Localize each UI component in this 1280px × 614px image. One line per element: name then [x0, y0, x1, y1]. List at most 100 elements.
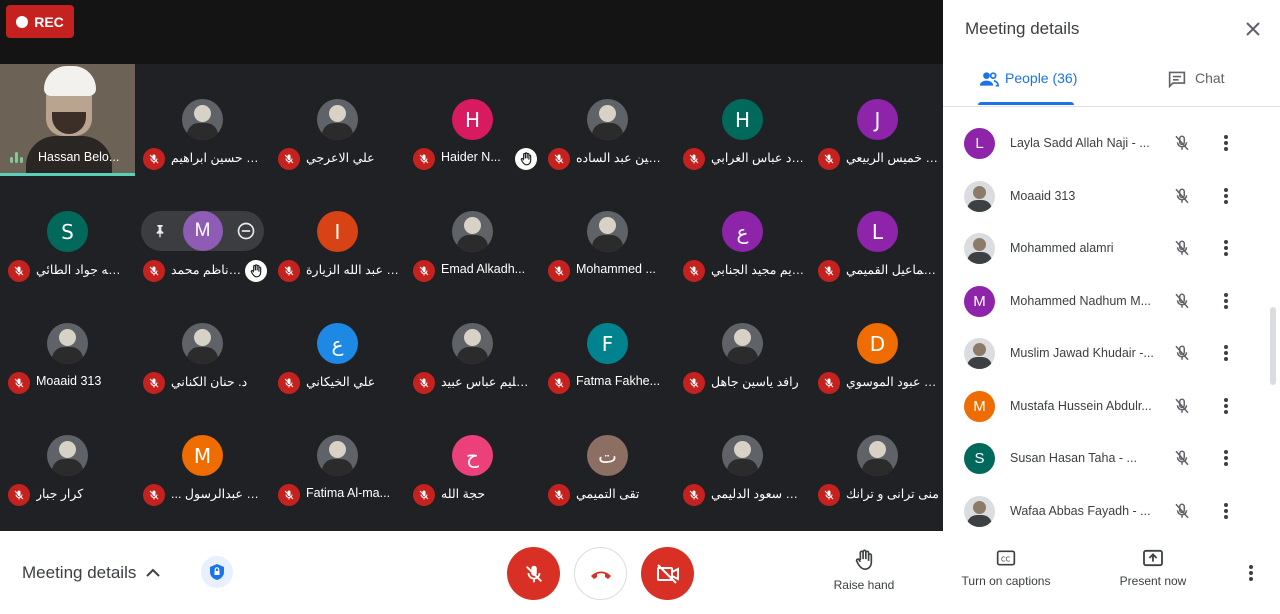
- participant-name: علي الاعرجي: [306, 151, 375, 165]
- more-vert-icon[interactable]: [1215, 185, 1237, 207]
- participant-tile[interactable]: Moaaid 313: [0, 288, 135, 400]
- participant-avatar: H: [722, 99, 763, 140]
- participant-tile[interactable]: J ايهاب خميس الربيعي: [810, 64, 945, 176]
- mic-off-icon[interactable]: [1171, 395, 1193, 417]
- tile-hover-controls: M: [141, 211, 264, 251]
- people-list-item[interactable]: Wafaa Abbas Fayadh - ...: [943, 485, 1280, 537]
- mic-off-icon: [818, 260, 840, 282]
- participant-tile[interactable]: ح حجة الله: [405, 400, 540, 512]
- more-vert-icon[interactable]: [1215, 500, 1237, 522]
- captions-button[interactable]: CC Turn on captions: [950, 549, 1062, 588]
- close-icon[interactable]: [1242, 18, 1264, 40]
- participant-tile[interactable]: F Fatma Fakhe...: [540, 288, 675, 400]
- participant-tile[interactable]: ع عبدالكريم مجيد الجنابي: [675, 176, 810, 288]
- mic-off-icon[interactable]: [1171, 237, 1193, 259]
- pin-icon[interactable]: [146, 217, 174, 245]
- mic-off-icon[interactable]: [1171, 132, 1193, 154]
- recording-label: REC: [34, 13, 64, 30]
- participant-tile[interactable]: S حسن طه جواد الطائي: [0, 176, 135, 288]
- more-vert-icon[interactable]: [1215, 132, 1237, 154]
- people-list-item[interactable]: Moaaid 313: [943, 170, 1280, 222]
- more-options-button[interactable]: [1240, 561, 1262, 585]
- participant-tile[interactable]: Fatima Al-ma...: [270, 400, 405, 512]
- top-bar: REC: [0, 0, 943, 64]
- person-name: Susan Hasan Taha - ...: [1010, 451, 1137, 465]
- participant-tile[interactable]: علي الاعرجي: [270, 64, 405, 176]
- mic-toggle-button[interactable]: [507, 547, 560, 600]
- participant-tile[interactable]: Mohammed ...: [540, 176, 675, 288]
- participant-avatar: [452, 323, 493, 364]
- participant-avatar: [722, 435, 763, 476]
- chat-icon: [1168, 71, 1186, 88]
- mic-off-icon[interactable]: [1171, 342, 1193, 364]
- participant-tile[interactable]: رافد ياسين جاهل: [675, 288, 810, 400]
- scrollbar[interactable]: [1270, 307, 1276, 385]
- hand-icon: [855, 549, 873, 570]
- mic-off-icon: [818, 484, 840, 506]
- participant-name: محمد ناظم محمد: [171, 263, 243, 277]
- participant-tile[interactable]: ع علي الخيكاني: [270, 288, 405, 400]
- participant-tile[interactable]: ابراهيم حسين ابراهيم: [135, 64, 270, 176]
- participant-name: حجة الله: [441, 487, 486, 501]
- participant-tile[interactable]: H محمود عباس الغرابي: [675, 64, 810, 176]
- captions-label: Turn on captions: [961, 574, 1051, 588]
- participant-avatar: [452, 211, 493, 252]
- avatar-letter: H: [734, 107, 751, 132]
- panel-divider: [943, 106, 1280, 107]
- more-vert-icon[interactable]: [1215, 290, 1237, 312]
- more-vert-icon[interactable]: [1215, 395, 1237, 417]
- participant-grid: ابراهيم حسين ابراهيم علي الاعرجي H Haider N…: [0, 64, 943, 513]
- avatar-letter: J: [874, 107, 881, 132]
- avatar-letter: ت: [598, 443, 617, 468]
- participant-tile[interactable]: د. حنان الكناني: [135, 288, 270, 400]
- mic-off-icon: [8, 372, 30, 394]
- people-list-item[interactable]: L Layla Sadd Allah Naji - ...: [943, 117, 1280, 169]
- camera-toggle-button[interactable]: [641, 547, 694, 600]
- hang-up-button[interactable]: [574, 547, 627, 600]
- people-list-item[interactable]: Mohammed alamri: [943, 222, 1280, 274]
- participant-tile[interactable]: I ناجم عبد الله الزيارة: [270, 176, 405, 288]
- security-shield-icon[interactable]: [201, 556, 233, 588]
- hover-avatar[interactable]: M: [182, 211, 223, 251]
- people-list-item[interactable]: M Mustafa Hussein Abdulr...: [943, 380, 1280, 432]
- tab-chat[interactable]: Chat: [1167, 70, 1225, 106]
- participant-tile[interactable]: L اسماعيل القميمي ...: [810, 176, 945, 288]
- participant-tile[interactable]: ت تقى التميمي: [540, 400, 675, 512]
- participant-tile[interactable]: منى ترانى و ترانك: [810, 400, 945, 512]
- raised-hand-icon: [515, 148, 537, 170]
- present-now-button[interactable]: Present now: [1110, 549, 1196, 588]
- participant-name: رافد ياسين جاهل: [711, 375, 799, 389]
- participant-avatar: [857, 435, 898, 476]
- mic-off-icon[interactable]: [1171, 185, 1193, 207]
- participant-name: ابراهيم حسين ابراهيم: [171, 151, 265, 165]
- mic-off-icon: [548, 484, 570, 506]
- avatar-letter: ح: [466, 443, 479, 468]
- mic-off-icon[interactable]: [1171, 447, 1193, 469]
- raise-hand-button[interactable]: Raise hand: [826, 549, 902, 592]
- participant-name: كرار جبار: [36, 487, 84, 501]
- mic-off-icon[interactable]: [1171, 500, 1193, 522]
- people-list-item[interactable]: Muslim Jawad Khudair -...: [943, 327, 1280, 379]
- participant-tile[interactable]: M ... حسين عبدالرسول: [135, 400, 270, 512]
- mic-off-icon[interactable]: [1171, 290, 1193, 312]
- participant-avatar: H: [452, 99, 493, 140]
- more-vert-icon[interactable]: [1215, 447, 1237, 469]
- meeting-details-button[interactable]: Meeting details: [22, 561, 161, 585]
- more-vert-icon[interactable]: [1215, 237, 1237, 259]
- participant-tile[interactable]: الحسين عبد الساده ...: [540, 64, 675, 176]
- more-vert-icon[interactable]: [1215, 342, 1237, 364]
- mic-off-icon: [548, 260, 570, 282]
- people-list-item[interactable]: M Mohammed Nadhum M...: [943, 275, 1280, 327]
- participant-tile[interactable]: Emad Alkadh...: [405, 176, 540, 288]
- tab-people[interactable]: People (36): [978, 70, 1079, 106]
- participant-tile[interactable]: حليم عباس عبيد - ...: [405, 288, 540, 400]
- participant-tile[interactable]: D محمد عبود الموسوي: [810, 288, 945, 400]
- recording-indicator: REC: [6, 5, 74, 38]
- mic-off-icon: [278, 372, 300, 394]
- participant-tile[interactable]: رياض سعود الدليمي: [675, 400, 810, 512]
- remove-icon[interactable]: [232, 217, 260, 245]
- people-list-item[interactable]: S Susan Hasan Taha - ...: [943, 432, 1280, 484]
- participant-tile[interactable]: H Haider N...: [405, 64, 540, 176]
- person-avatar: [964, 233, 995, 264]
- participant-tile[interactable]: كرار جبار: [0, 400, 135, 512]
